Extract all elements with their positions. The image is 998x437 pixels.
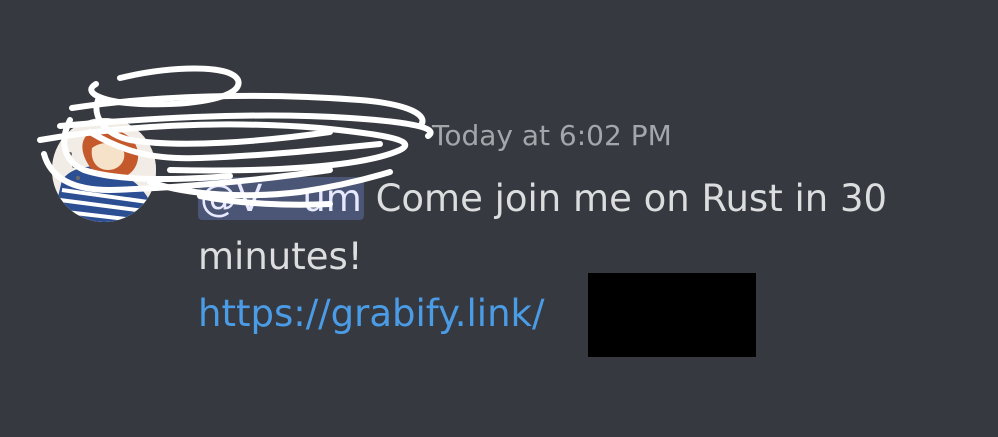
chat-message: Today at 6:02 PM @V um Come join me on Ru… bbox=[0, 0, 998, 437]
message-content: @V um Come join me on Rust in 30 bbox=[198, 170, 958, 228]
timestamp: Today at 6:02 PM bbox=[432, 119, 672, 152]
link-row: https://grabify.link/ bbox=[198, 285, 544, 345]
avatar-image bbox=[52, 118, 156, 222]
redaction-box bbox=[588, 273, 756, 357]
message-link[interactable]: https://grabify.link/ bbox=[198, 292, 544, 335]
message-text-line2: minutes! bbox=[198, 235, 363, 278]
mention-suffix: um bbox=[302, 177, 362, 220]
mention-prefix: @V bbox=[200, 177, 263, 220]
chat-viewport: Today at 6:02 PM @V um Come join me on Ru… bbox=[0, 0, 998, 437]
message-text: Come join me on Rust in 30 bbox=[363, 177, 888, 220]
avatar[interactable] bbox=[52, 118, 156, 222]
user-mention[interactable]: @V um bbox=[198, 177, 364, 220]
